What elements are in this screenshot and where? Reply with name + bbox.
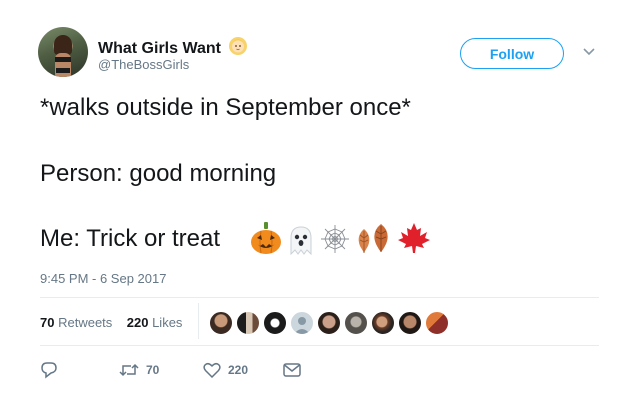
tweet-text-line-1: *walks outside in September once* (40, 94, 411, 121)
like-button[interactable]: 220 (203, 360, 248, 380)
tweet-emoji-row (249, 220, 439, 256)
profile-avatar[interactable] (38, 27, 88, 77)
liker-avatars (209, 311, 469, 335)
liker-avatar[interactable] (344, 311, 368, 335)
avatar-hair (54, 35, 72, 55)
divider (40, 345, 599, 346)
blonde-girl-emoji-icon (227, 34, 249, 56)
maple-leaf-emoji-icon (397, 222, 431, 259)
user-name[interactable]: What Girls Want (98, 34, 249, 58)
divider (198, 303, 199, 339)
ghost-emoji-icon (286, 224, 316, 261)
tweet-stats: 70 Retweets 220 Likes (40, 315, 182, 330)
spider-web-emoji-icon (319, 223, 351, 260)
like-count: 220 (228, 363, 249, 377)
default-avatar[interactable] (290, 311, 314, 335)
likes-label: Likes (152, 315, 183, 330)
liker-avatar[interactable] (263, 311, 287, 335)
user-handle[interactable]: @TheBossGirls (98, 57, 189, 72)
retweets-stat[interactable]: 70 Retweets (40, 315, 112, 330)
retweet-icon (119, 363, 139, 377)
avatar-swimsuit-bottom (56, 68, 70, 73)
chevron-down-icon[interactable] (582, 44, 596, 58)
tweet-text-line-3: Me: Trick or treat (40, 225, 221, 252)
jack-o-lantern-emoji-icon (249, 220, 283, 261)
user-name-text: What Girls Want (98, 40, 221, 57)
likes-stat[interactable]: 220 Likes (127, 315, 183, 330)
tweet-actions: 70 220 (0, 360, 636, 380)
reply-icon (41, 362, 57, 379)
liker-avatar[interactable] (209, 311, 233, 335)
retweet-button[interactable]: 70 (119, 360, 159, 380)
liker-avatar[interactable] (317, 311, 341, 335)
reply-button[interactable] (40, 360, 58, 380)
envelope-icon (283, 363, 301, 377)
liker-avatar[interactable] (371, 311, 395, 335)
retweets-label: Retweets (58, 315, 113, 330)
fallen-leaf-emoji-icon (370, 223, 392, 258)
tweet-text-line-2: Person: good morning (40, 160, 277, 187)
tweet-timestamp[interactable]: 9:45 PM - 6 Sep 2017 (40, 271, 166, 286)
liker-avatar[interactable] (236, 311, 260, 335)
user-silhouette-icon (294, 317, 310, 334)
liker-avatar[interactable] (425, 311, 449, 335)
retweets-count: 70 (40, 315, 55, 330)
direct-message-button[interactable] (283, 360, 301, 380)
retweet-count: 70 (146, 363, 160, 377)
liker-avatar[interactable] (398, 311, 422, 335)
likes-count: 220 (126, 315, 149, 330)
heart-icon (203, 362, 221, 378)
avatar-swimsuit-top (55, 57, 71, 62)
divider (40, 297, 599, 298)
follow-button[interactable]: Follow (460, 38, 564, 69)
